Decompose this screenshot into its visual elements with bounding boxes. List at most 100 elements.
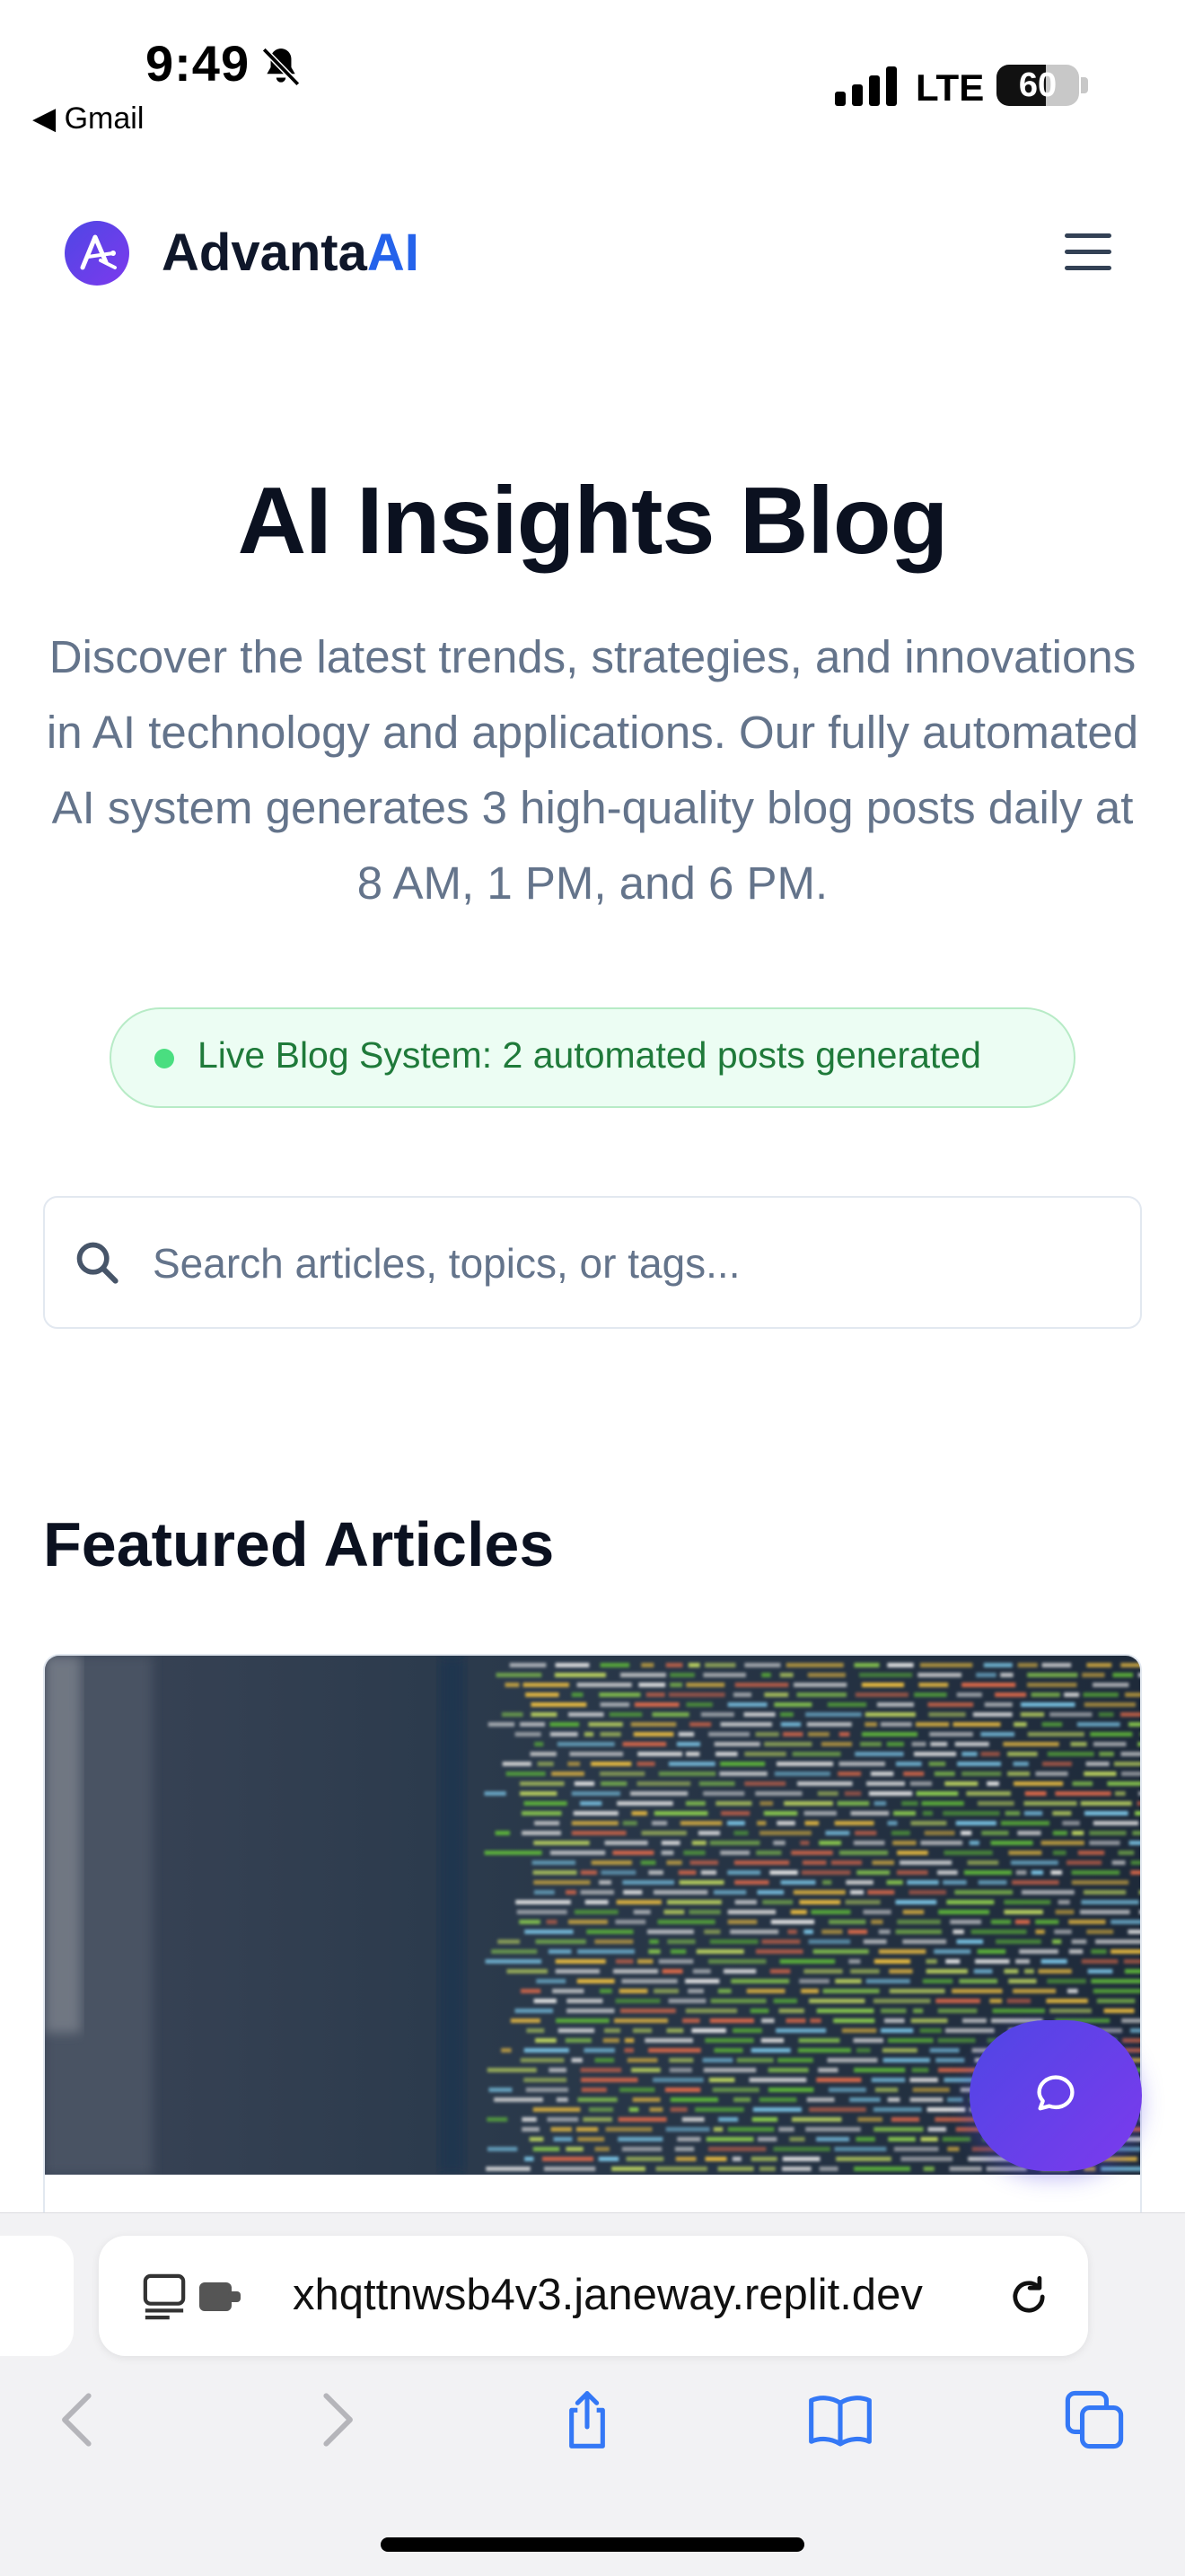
code-texture-stroke [696,1949,744,1954]
code-texture-stroke [487,2068,537,2072]
code-texture-stroke [497,1939,521,1944]
forward-icon[interactable] [307,2388,364,2451]
code-texture-stroke [617,1801,673,1806]
code-texture-stroke [648,2048,701,2053]
code-texture-stroke [770,1920,815,1924]
code-texture-stroke [1052,1811,1072,1816]
back-icon[interactable] [50,2388,108,2451]
previous-tab-preview[interactable] [0,2236,74,2356]
code-texture-stroke [631,1811,647,1816]
code-texture-stroke [892,1841,917,1845]
code-texture-stroke [1015,1870,1027,1875]
code-texture-stroke [1086,1930,1114,1934]
code-texture-stroke [920,1841,963,1845]
code-texture-stroke [641,1831,687,1835]
code-texture-stroke [1101,2167,1140,2171]
back-to-gmail-link[interactable]: ◀ Gmail [32,101,144,136]
code-texture-stroke [638,1683,666,1687]
code-texture-stroke [1047,1752,1094,1756]
url-text[interactable]: xhqttnwsb4v3.janeway.replit.dev [293,2270,923,2320]
extension-icon[interactable] [198,2277,244,2317]
code-texture-stroke [1099,1752,1114,1756]
code-texture-stroke [577,1949,635,1954]
code-texture-stroke [520,2058,565,2062]
tabs-icon[interactable] [1063,2388,1126,2451]
code-texture-stroke [873,2127,924,2132]
code-texture-stroke [959,1979,998,1983]
code-texture-stroke [667,1939,696,1944]
code-texture-stroke [1010,1860,1058,1865]
search-input[interactable] [153,1232,1104,1295]
code-texture-stroke [757,1821,767,1825]
code-texture-stroke [808,1939,851,1944]
brand-name[interactable]: AdvantaAI [162,223,419,283]
reader-mode-icon[interactable] [142,2272,187,2322]
code-texture-stroke [509,1663,547,1667]
code-texture-stroke [669,1692,725,1697]
hamburger-menu-icon[interactable] [1061,230,1115,275]
code-texture-stroke [855,1752,904,1756]
code-texture-stroke [780,1880,816,1885]
code-texture-stroke [846,1880,873,1885]
reload-icon[interactable] [1005,2272,1052,2322]
code-texture-stroke [855,1692,908,1697]
code-texture-stroke [1004,1910,1043,1914]
code-texture-stroke [874,2088,899,2092]
code-texture-stroke [961,1683,1016,1687]
code-texture-stroke [816,2009,874,2013]
code-texture-stroke [801,1870,851,1875]
brand-logo-icon[interactable] [65,221,129,286]
chat-button[interactable] [970,2020,1142,2171]
code-texture-stroke [1084,1811,1128,1816]
code-texture-stroke [691,1841,707,1845]
code-texture-stroke [1085,1762,1110,1766]
code-texture-stroke [715,1801,752,1806]
code-texture-stroke [494,2097,543,2102]
code-texture-stroke [768,2068,809,2072]
code-texture-stroke [821,1930,843,1934]
code-texture-stroke [797,1781,853,1786]
code-texture-stroke [952,1722,1001,1727]
code-texture-stroke [749,2078,807,2082]
code-texture-stroke [502,1712,523,1717]
code-texture-stroke [484,1851,542,1855]
code-texture-stroke [624,2038,635,2043]
code-texture-stroke [1072,1831,1084,1835]
code-texture-stroke [888,2038,934,2043]
code-texture-stroke [871,1920,883,1924]
featured-article-card[interactable] [43,1654,1142,2229]
code-texture-stroke [744,1781,786,1786]
code-texture-stroke [621,2147,663,2151]
code-texture-stroke [1071,1870,1120,1875]
code-texture-stroke [580,1801,602,1806]
code-texture-stroke [633,1910,651,1914]
code-texture-stroke [800,1841,810,1845]
code-texture-stroke [750,2157,777,2161]
code-texture-stroke [1041,1663,1072,1667]
code-texture-stroke [705,2157,727,2161]
code-texture-stroke [809,2107,866,2112]
code-texture-stroke [609,1712,643,1717]
code-texture-stroke [859,1673,913,1677]
code-texture-stroke [873,1801,887,1806]
code-texture-stroke [865,1722,877,1727]
code-texture-stroke [918,1683,949,1687]
code-texture-stroke [569,1752,624,1756]
code-texture-stroke [1052,1851,1066,1855]
bookmarks-icon[interactable] [806,2388,874,2451]
code-texture-stroke [825,1831,850,1835]
code-texture-stroke [661,1851,674,1855]
code-texture-stroke [762,1900,794,1904]
code-texture-stroke [937,2038,976,2043]
code-texture-stroke [580,1890,614,1895]
code-texture-stroke [720,1851,750,1855]
code-texture-stroke [938,1910,990,1914]
share-icon[interactable] [558,2388,616,2451]
code-texture-stroke [1110,1920,1140,1924]
code-texture-stroke [670,1683,682,1687]
code-texture-stroke [1080,1801,1132,1806]
code-texture-stroke [598,2157,619,2161]
code-texture-stroke [966,1791,1011,1796]
code-texture-stroke [773,1999,797,2003]
code-texture-stroke [733,1860,790,1865]
